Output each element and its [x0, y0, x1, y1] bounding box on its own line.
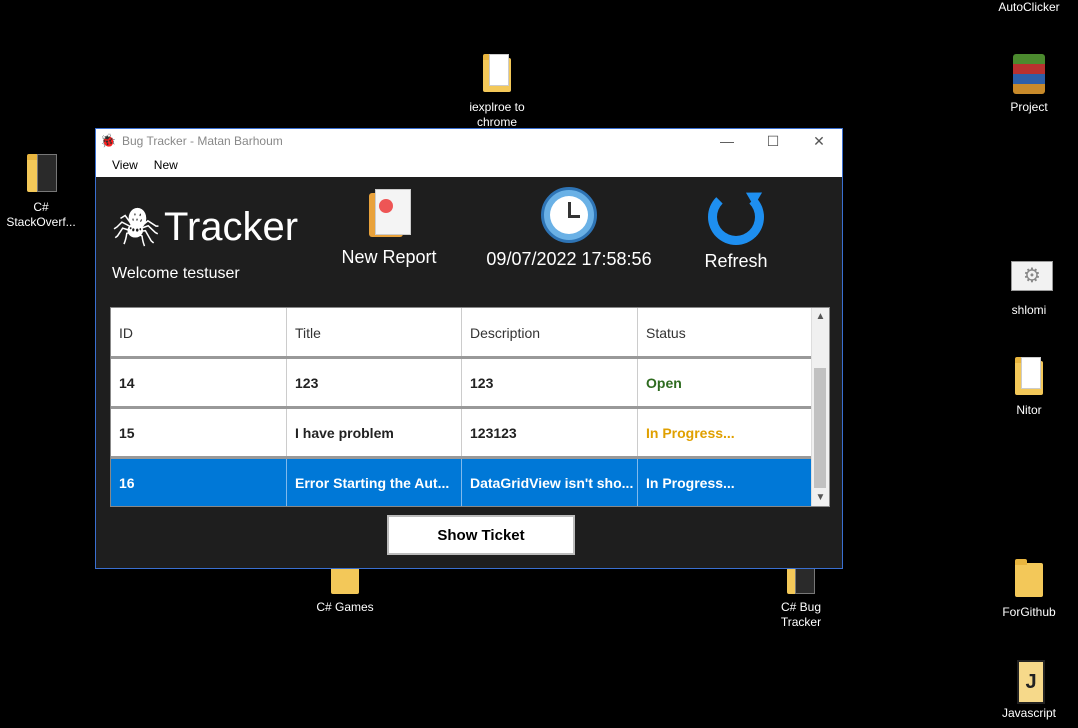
folder-icon [1011, 557, 1047, 601]
column-header-status[interactable]: Status [638, 308, 813, 358]
desktop-icon-label: shlomi [1011, 303, 1047, 317]
datetime-label: 09/07/2022 17:58:56 [486, 249, 652, 269]
desktop-icon-label: C# Games [316, 600, 374, 614]
menu-new[interactable]: New [146, 158, 186, 172]
desktop-icon-shlomi[interactable]: ⚙ shlomi [993, 255, 1065, 318]
cell-id: 16 [111, 459, 287, 506]
grid-header-row: ID Title Description Status [111, 308, 813, 358]
new-report-button[interactable]: New Report [334, 189, 444, 268]
column-header-id[interactable]: ID [111, 308, 287, 358]
folder-icon [783, 562, 819, 596]
desktop-icon-project[interactable]: Project [993, 52, 1065, 115]
refresh-label: Refresh [704, 251, 768, 271]
maximize-button[interactable]: ☐ [750, 129, 796, 153]
folder-icon [479, 52, 515, 96]
scrollbar-thumb[interactable] [814, 368, 826, 488]
clock-icon [541, 187, 597, 243]
desktop-icon-forgithub[interactable]: ForGithub [993, 557, 1065, 620]
bug-tracker-window: 🐞 Bug Tracker - Matan Barhoum — ☐ ✕ View… [95, 128, 843, 569]
desktop-icon-label: C# StackOverf... [6, 200, 76, 229]
desktop-icon-autoclicker[interactable]: AutoClicker [993, 0, 1065, 15]
cell-status: In Progress... [638, 459, 813, 506]
desktop-icon-label: C# Bug Tracker [780, 600, 822, 629]
brand-name: Tracker [164, 205, 299, 249]
bug-icon: 🐞 [100, 133, 117, 148]
report-icon [363, 189, 415, 241]
tickets-grid[interactable]: ID Title Description Status 14 123 123 O… [110, 307, 830, 507]
cell-description: 123123 [462, 409, 638, 456]
close-button[interactable]: ✕ [796, 129, 842, 153]
settings-shortcut-icon: ⚙ [1011, 255, 1053, 299]
new-report-label: New Report [341, 247, 437, 267]
desktop-icon-label: AutoClicker [998, 0, 1060, 14]
folder-icon [23, 152, 59, 196]
cell-id: 15 [111, 409, 287, 456]
bug-logo-icon: 🕷 [112, 206, 161, 249]
column-header-description[interactable]: Description [462, 308, 638, 358]
desktop-icon-label: Javascript [1001, 706, 1057, 720]
javascript-file-icon: J [1011, 658, 1047, 704]
cell-title: Error Starting the Aut... [287, 459, 462, 506]
show-ticket-button[interactable]: Show Ticket [387, 515, 575, 555]
cell-title: I have problem [287, 409, 462, 456]
menu-bar: View New [96, 153, 842, 177]
scroll-up-icon[interactable]: ▲ [812, 308, 829, 325]
table-row[interactable]: 14 123 123 Open [111, 356, 813, 406]
folder-icon [327, 562, 363, 596]
window-title: Bug Tracker - Matan Barhoum [122, 134, 283, 148]
cell-id: 14 [111, 359, 287, 406]
cell-title: 123 [287, 359, 462, 406]
grid-scrollbar[interactable]: ▲ ▼ [811, 308, 829, 506]
minimize-button[interactable]: — [704, 129, 750, 153]
desktop-icon-bug-tracker[interactable]: C# Bug Tracker [765, 562, 837, 630]
winrar-archive-icon [1011, 52, 1047, 96]
refresh-button[interactable]: Refresh [696, 189, 776, 272]
header: 🕷 Tracker Welcome testuser New Report 09… [96, 177, 842, 307]
app-logo: 🕷 Tracker [112, 205, 298, 250]
table-row-selected[interactable]: 16 Error Starting the Aut... DataGridVie… [111, 456, 813, 506]
desktop-icon-label: Nitor [1016, 403, 1042, 417]
menu-view[interactable]: View [104, 158, 146, 172]
folder-icon [1011, 355, 1047, 399]
desktop-icon-javascript[interactable]: J Javascript [993, 658, 1065, 721]
desktop-icon-label: Project [1010, 100, 1048, 114]
desktop-icon-label: iexplroe to chrome [469, 100, 525, 129]
desktop-icon-stackoverflow[interactable]: C# StackOverf... [5, 152, 77, 230]
cell-status: Open [638, 359, 813, 406]
column-header-title[interactable]: Title [287, 308, 462, 358]
desktop-icon-csharp-games[interactable]: C# Games [309, 562, 381, 615]
desktop-icon-nitor[interactable]: Nitor [993, 355, 1065, 418]
title-bar[interactable]: 🐞 Bug Tracker - Matan Barhoum — ☐ ✕ [96, 129, 842, 153]
cell-description: 123 [462, 359, 638, 406]
refresh-icon [708, 189, 764, 245]
cell-status: In Progress... [638, 409, 813, 456]
cell-description: DataGridView isn't sho... [462, 459, 638, 506]
desktop-icon-label: ForGithub [1002, 605, 1056, 619]
clock-display: 09/07/2022 17:58:56 [480, 187, 658, 270]
scroll-down-icon[interactable]: ▼ [812, 489, 829, 506]
table-row[interactable]: 15 I have problem 123123 In Progress... [111, 406, 813, 456]
welcome-text: Welcome testuser [112, 265, 240, 282]
desktop-icon-iexplroe[interactable]: iexplroe to chrome [461, 52, 533, 130]
